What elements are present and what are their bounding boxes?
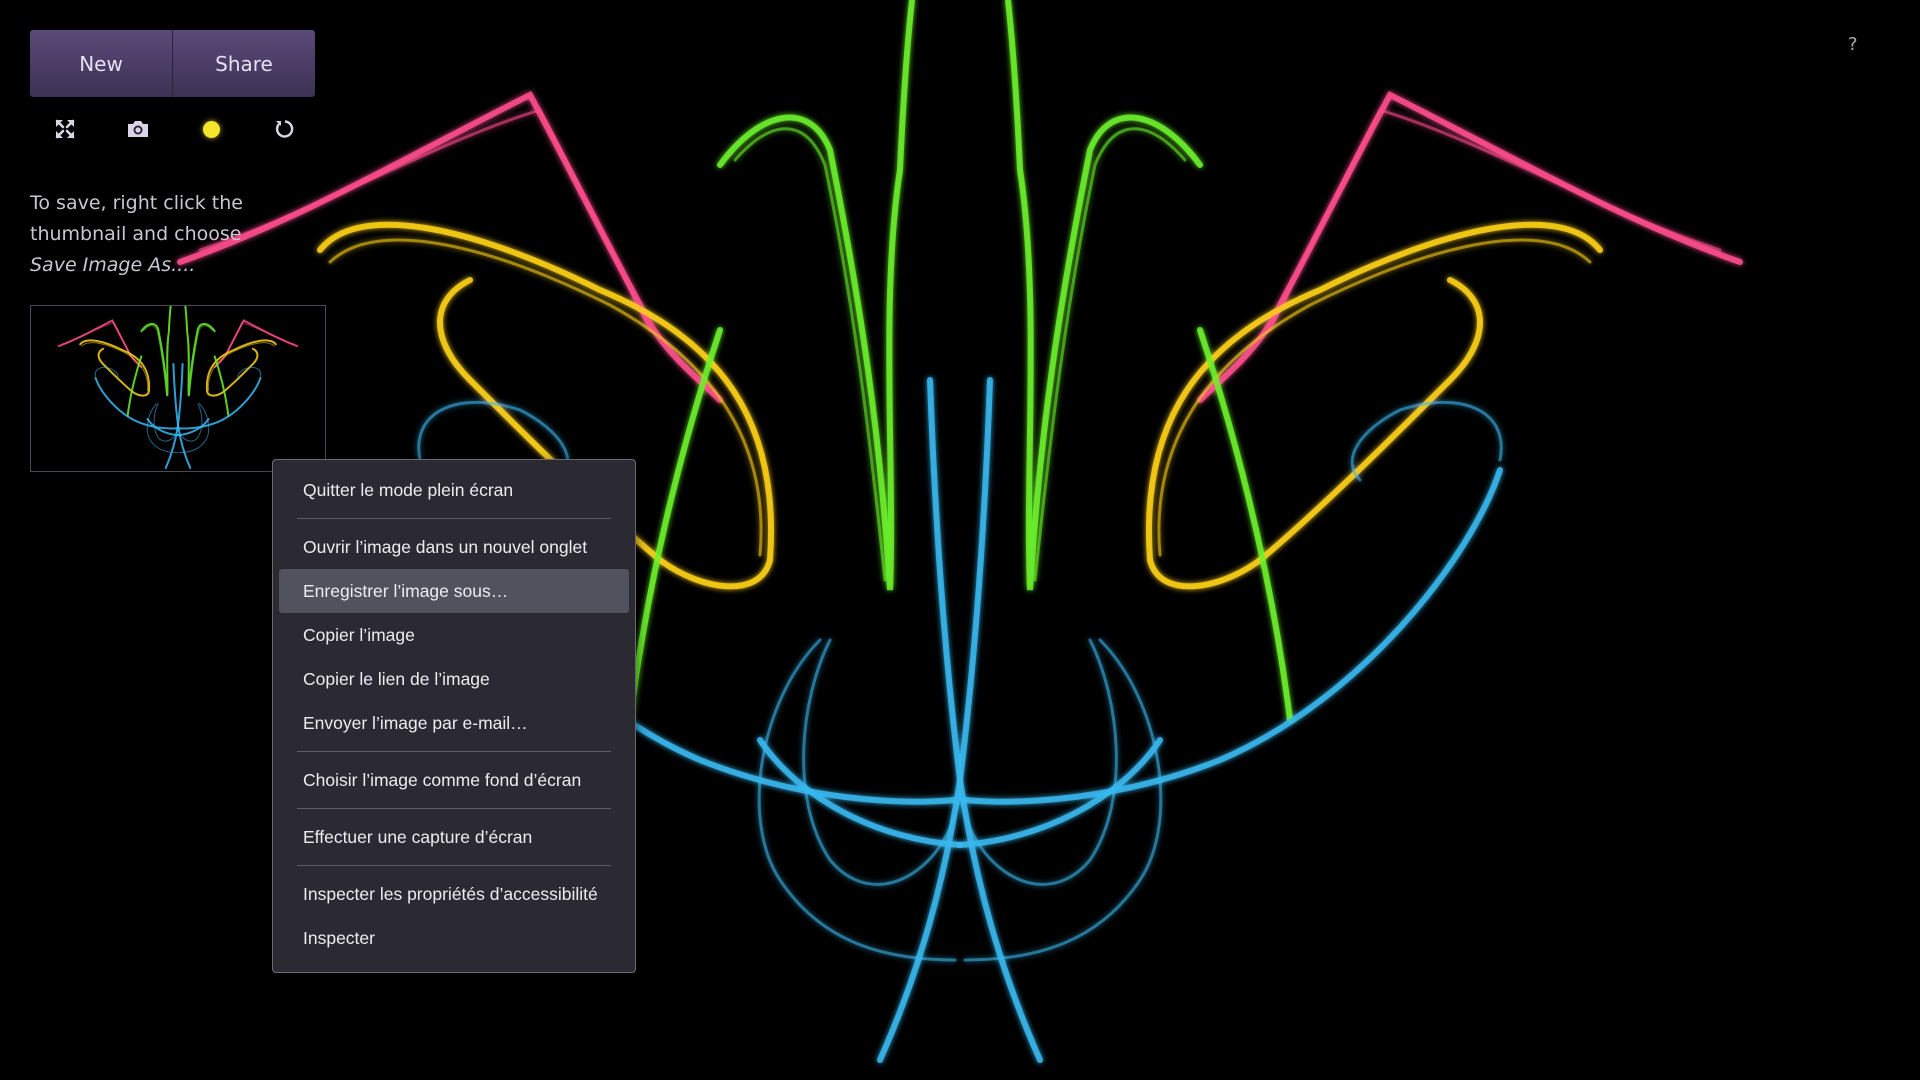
ribbon-green-mirror xyxy=(213,355,230,418)
camera-icon[interactable] xyxy=(123,114,153,144)
menu-item-copy-image-link[interactable]: Copier le lien de l’image xyxy=(279,657,629,701)
ribbon-blue-mirror xyxy=(962,467,1503,805)
sun-icon[interactable] xyxy=(197,114,227,144)
ribbon-green-mirror xyxy=(1005,0,1203,591)
menu-item-exit-fullscreen[interactable]: Quitter le mode plein écran xyxy=(279,468,629,512)
ribbon-blue xyxy=(802,638,962,886)
ribbon-green xyxy=(126,355,143,418)
ribbon-yellow-mirror xyxy=(1146,221,1603,590)
save-hint-text: To save, right click the thumbnail and c… xyxy=(30,192,243,245)
menu-item-save-image-as[interactable]: Enregistrer l’image sous… xyxy=(279,569,629,613)
save-hint-action: Save Image As.... xyxy=(30,254,196,276)
menu-item-set-wallpaper[interactable]: Choisir l’image comme fond d’écran xyxy=(279,758,629,802)
ribbon-blue-mirror xyxy=(237,366,262,380)
help-icon[interactable]: ? xyxy=(1848,34,1858,55)
menu-item-take-screenshot[interactable]: Effectuer une capture d’écran xyxy=(279,815,629,859)
ribbon-blue-mirror xyxy=(177,376,262,430)
ribbon-blue-mirror xyxy=(958,638,1118,886)
thumbnail-artwork xyxy=(57,304,299,469)
ribbon-green-mirror xyxy=(184,304,216,397)
ribbon-green xyxy=(140,304,172,397)
ribbon-blue-mirror xyxy=(957,737,1163,848)
reset-icon[interactable] xyxy=(270,114,300,144)
sun-dot xyxy=(203,120,221,138)
menu-separator xyxy=(297,865,611,866)
action-button-group: New Share xyxy=(30,30,315,97)
menu-item-copy-image[interactable]: Copier l’image xyxy=(279,613,629,657)
menu-separator xyxy=(297,808,611,809)
ribbon-blue xyxy=(94,366,119,380)
menu-item-open-image-new-tab[interactable]: Ouvrir l’image dans un nouvel onglet xyxy=(279,525,629,569)
ribbon-blue xyxy=(94,376,179,430)
share-button[interactable]: Share xyxy=(173,30,315,97)
menu-item-email-image[interactable]: Envoyer l’image par e-mail… xyxy=(279,701,629,745)
menu-separator xyxy=(297,751,611,752)
ribbon-blue xyxy=(757,737,963,848)
context-menu: Quitter le mode plein écran Ouvrir l’ima… xyxy=(272,459,636,973)
menu-separator xyxy=(297,518,611,519)
new-button[interactable]: New xyxy=(30,30,173,97)
menu-item-inspect[interactable]: Inspecter xyxy=(279,916,629,960)
menu-item-inspect-accessibility[interactable]: Inspecter les propriétés d’accessibilité xyxy=(279,872,629,916)
tool-row xyxy=(50,114,300,144)
thumbnail-image[interactable] xyxy=(30,304,326,472)
ribbon-green xyxy=(733,127,887,582)
save-hint: To save, right click the thumbnail and c… xyxy=(30,188,290,281)
ribbon-green xyxy=(717,0,915,591)
ribbon-pink-mirror xyxy=(1268,108,1722,332)
ribbon-green-mirror xyxy=(1033,127,1187,582)
ribbon-blue-mirror xyxy=(1350,400,1503,482)
fullscreen-icon[interactable] xyxy=(50,114,80,144)
